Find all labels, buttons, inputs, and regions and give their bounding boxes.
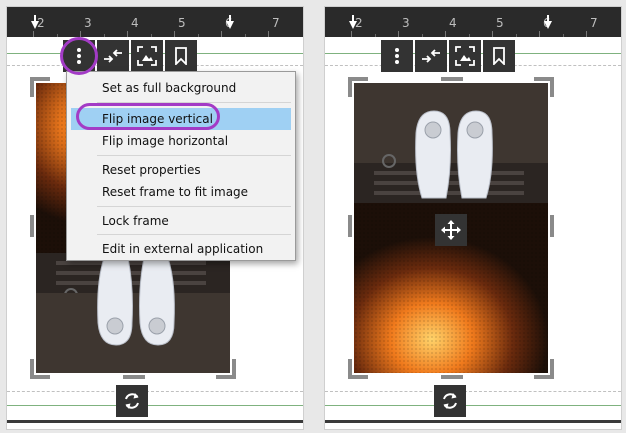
menu-item-reset-frame[interactable]: Reset frame to fit image <box>71 181 291 203</box>
swap-arrows-icon <box>104 49 122 63</box>
page-edge <box>325 420 621 423</box>
resize-handle[interactable] <box>550 77 554 97</box>
fit-frame-icon <box>137 46 157 66</box>
ruler-tick <box>469 34 470 37</box>
resize-handle[interactable] <box>30 215 34 237</box>
ruler-tick <box>398 31 399 37</box>
ruler-tick <box>57 34 58 37</box>
more-options-button[interactable] <box>381 40 413 72</box>
ruler-tick <box>221 31 222 37</box>
more-options-button[interactable] <box>63 40 95 72</box>
image-toolbar <box>63 40 197 72</box>
ruler-number: 5 <box>178 16 186 30</box>
fit-frame-button[interactable] <box>449 40 481 72</box>
resize-handle[interactable] <box>441 77 463 81</box>
horizontal-ruler[interactable]: 2 3 4 5 6 7 <box>7 7 303 37</box>
ruler-number: 7 <box>590 16 598 30</box>
margin-marker-icon[interactable] <box>349 15 357 29</box>
ruler-tick <box>445 31 446 37</box>
menu-item-set-full-background[interactable]: Set as full background <box>71 77 291 99</box>
resize-handle[interactable] <box>348 215 352 237</box>
menu-separator <box>97 102 291 103</box>
resize-handle[interactable] <box>232 359 236 379</box>
ruler-tick <box>586 31 587 37</box>
menu-item-edit-external[interactable]: Edit in external application <box>71 238 291 260</box>
ruler-number: 3 <box>84 16 92 30</box>
bookmark-icon <box>493 47 505 65</box>
horizontal-ruler[interactable]: 2 3 4 5 6 7 <box>325 7 621 37</box>
rotate-button[interactable] <box>116 385 148 417</box>
ruler-tick <box>33 31 34 37</box>
guide-line <box>325 391 621 392</box>
ruler-tick <box>422 34 423 37</box>
ruler-tick <box>245 34 246 37</box>
swap-image-button[interactable] <box>415 40 447 72</box>
right-canvas-panel: 2 3 4 5 6 7 <box>324 6 622 430</box>
resize-handle[interactable] <box>348 375 368 379</box>
resize-handle[interactable] <box>30 375 50 379</box>
bookmark-button[interactable] <box>165 40 197 72</box>
margin-marker-icon[interactable] <box>226 15 234 29</box>
margin-marker-icon[interactable] <box>31 15 39 29</box>
ruler-number: 4 <box>449 16 457 30</box>
rotate-icon <box>443 393 457 409</box>
ruler-tick <box>351 31 352 37</box>
ruler-tick <box>375 34 376 37</box>
menu-separator <box>97 155 291 156</box>
swap-arrows-icon <box>422 49 440 63</box>
page-edge <box>7 420 303 423</box>
rotate-button[interactable] <box>434 385 466 417</box>
ruler-number: 3 <box>402 16 410 30</box>
more-vertical-icon <box>395 48 399 64</box>
bookmark-icon <box>175 47 187 65</box>
ruler-tick <box>492 31 493 37</box>
guide-line <box>7 391 303 392</box>
ruler-tick <box>104 34 105 37</box>
margin-marker-icon[interactable] <box>544 15 552 29</box>
ruler-number: 4 <box>131 16 139 30</box>
context-menu: Set as full background Flip image vertic… <box>66 71 296 261</box>
rotate-icon <box>125 393 139 409</box>
guide-line <box>7 405 303 406</box>
resize-handle[interactable] <box>30 77 34 97</box>
ruler-tick <box>539 31 540 37</box>
fit-frame-button[interactable] <box>131 40 163 72</box>
swap-image-button[interactable] <box>97 40 129 72</box>
move-arrows-icon <box>441 220 461 240</box>
menu-separator <box>97 234 291 235</box>
ruler-tick <box>268 31 269 37</box>
ruler-tick <box>80 31 81 37</box>
ruler-number: 7 <box>272 16 280 30</box>
left-canvas-panel: 2 3 4 5 6 7 Set as full background Flip … <box>6 6 304 430</box>
resize-handle[interactable] <box>348 77 352 97</box>
ruler-tick <box>563 34 564 37</box>
menu-item-flip-vertical[interactable]: Flip image vertical <box>71 108 291 130</box>
move-button[interactable] <box>435 214 467 246</box>
guide-line <box>325 405 621 406</box>
resize-handle[interactable] <box>550 215 554 237</box>
menu-item-reset-properties[interactable]: Reset properties <box>71 159 291 181</box>
resize-handle[interactable] <box>123 375 145 379</box>
menu-item-flip-horizontal[interactable]: Flip image horizontal <box>71 130 291 152</box>
resize-handle[interactable] <box>441 375 463 379</box>
ruler-tick <box>151 34 152 37</box>
more-vertical-icon <box>77 48 81 64</box>
image-toolbar <box>381 40 515 72</box>
ruler-tick <box>127 31 128 37</box>
resize-handle[interactable] <box>550 359 554 379</box>
ruler-tick <box>198 34 199 37</box>
ruler-tick <box>174 31 175 37</box>
bookmark-button[interactable] <box>483 40 515 72</box>
menu-separator <box>97 206 291 207</box>
fit-frame-icon <box>455 46 475 66</box>
ruler-tick <box>516 34 517 37</box>
menu-item-lock-frame[interactable]: Lock frame <box>71 210 291 232</box>
ruler-number: 5 <box>496 16 504 30</box>
